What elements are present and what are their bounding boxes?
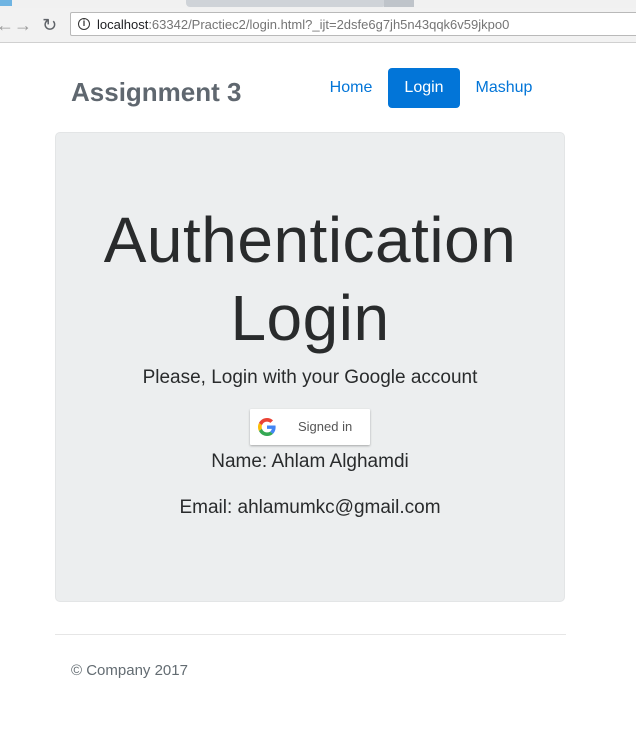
url-host: localhost xyxy=(97,17,149,32)
user-name: Name: Ahlam Alghamdi xyxy=(211,451,409,472)
footer-divider xyxy=(55,634,566,635)
new-tab-button[interactable] xyxy=(384,0,414,7)
google-signin-label: Signed in xyxy=(298,419,353,434)
user-email: Email: ahlamumkc@gmail.com xyxy=(179,497,441,518)
url-path: :63342/Practiec2/login.html?_ijt=2dsfe6g… xyxy=(148,17,510,32)
nav-home-link[interactable]: Home xyxy=(320,68,382,108)
url-text[interactable]: localhost:63342/Practiec2/login.html?_ij… xyxy=(97,17,509,32)
back-arrow-icon[interactable]: ← xyxy=(0,16,14,34)
title-line-2: Login xyxy=(230,282,390,354)
page-title: Authentication Login xyxy=(56,201,564,357)
browser-toolbar: ← → ↻ i localhost:63342/Practiec2/login.… xyxy=(0,8,636,43)
address-bar[interactable]: i localhost:63342/Practiec2/login.html?_… xyxy=(70,12,636,36)
tab-accent xyxy=(0,0,12,6)
title-line-1: Authentication xyxy=(103,204,517,276)
browser-tab-strip xyxy=(0,0,636,8)
login-instructions: Please, Login with your Google account xyxy=(142,367,478,388)
reload-icon[interactable]: ↻ xyxy=(42,16,57,34)
google-signin-button[interactable]: Signed in xyxy=(250,409,370,445)
nav-login-link[interactable]: Login xyxy=(388,68,460,108)
page-header: Assignment 3 Home Login Mashup xyxy=(0,42,636,132)
nav-mashup-link[interactable]: Mashup xyxy=(466,68,542,108)
login-jumbotron: Authentication Login Please, Login with … xyxy=(55,132,565,602)
google-g-icon xyxy=(258,418,276,436)
brand-title[interactable]: Assignment 3 xyxy=(71,77,242,108)
forward-arrow-icon[interactable]: → xyxy=(14,16,32,34)
footer-copyright: © Company 2017 xyxy=(71,662,188,679)
browser-tab[interactable] xyxy=(186,0,386,7)
info-icon[interactable]: i xyxy=(78,18,90,30)
